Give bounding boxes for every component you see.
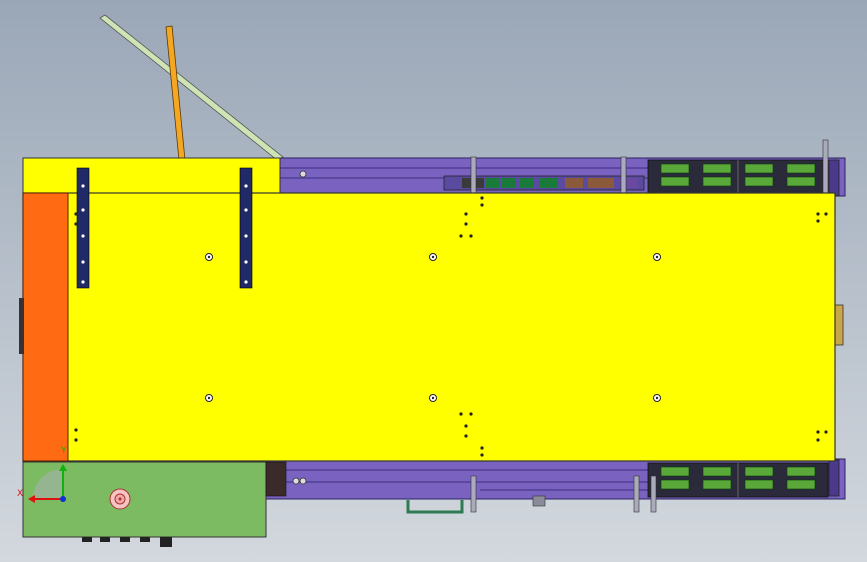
grip-pad [744,163,774,174]
small-hole [464,424,468,428]
small-hole [74,222,78,226]
rail-screw [292,477,300,485]
bar-hole [81,280,85,284]
small-hole [459,412,463,416]
cad-scene[interactable]: X Y [0,0,867,562]
left-edge-tab [19,298,24,354]
small-hole [480,453,484,457]
small-hole [816,438,820,442]
bar-hole [81,260,85,264]
bar-hole [244,280,248,284]
rail-pin [470,156,477,194]
bottom-fitting [532,495,546,507]
grip-pad [786,466,816,477]
grip-pad [786,479,816,490]
small-hole [74,438,78,442]
rail-pin [620,156,627,194]
mount-hole-center [207,396,211,400]
right-side-bracket [834,304,844,346]
main-yellow-plate [22,192,836,462]
small-hole [480,203,484,207]
grip-pad [660,176,690,187]
grip-pad [702,163,732,174]
grip-pad [702,466,732,477]
grip-pad [744,176,774,187]
right-end-cap-bottom [828,459,840,497]
grip-pad [786,176,816,187]
small-hole [824,212,828,216]
mount-hole-center [655,255,659,259]
small-hole [469,234,473,238]
rail-screw [299,477,307,485]
small-hole [824,430,828,434]
bar-hole [244,184,248,188]
bar-hole [244,234,248,238]
small-hole [480,196,484,200]
small-hole [816,430,820,434]
grip-pad [786,163,816,174]
rail-pin [822,139,829,194]
rail-screw [299,170,307,178]
bar-hole [244,208,248,212]
bar-hole [81,208,85,212]
grip-pad [702,176,732,187]
bar-hole [81,184,85,188]
mount-hole-center [207,255,211,259]
grip-pad [744,479,774,490]
rail-pin [633,475,640,513]
small-hole [459,234,463,238]
grip-pad [660,479,690,490]
right-end-cap [828,159,840,197]
small-hole [464,222,468,226]
grip-pad [660,163,690,174]
orange-side-block [22,192,69,462]
triad-x-label: X [17,489,23,499]
rail-pin [470,475,477,513]
grip-pad [702,479,732,490]
small-hole [816,212,820,216]
mount-hole-center [431,396,435,400]
small-hole [480,446,484,450]
cad-viewport[interactable]: X Y [0,0,867,562]
bar-hole [81,234,85,238]
small-hole [74,212,78,216]
grip-pad [744,466,774,477]
triad-y-label: Y [60,446,67,456]
bar-hole [244,260,248,264]
rail-pin [650,475,657,513]
mount-hole-center [655,396,659,400]
grip-pad [660,466,690,477]
small-hole [469,412,473,416]
small-hole [464,212,468,216]
small-hole [464,434,468,438]
small-hole [74,428,78,432]
mount-hole-center [431,255,435,259]
origin-marker-icon [109,488,131,510]
small-hole [816,219,820,223]
